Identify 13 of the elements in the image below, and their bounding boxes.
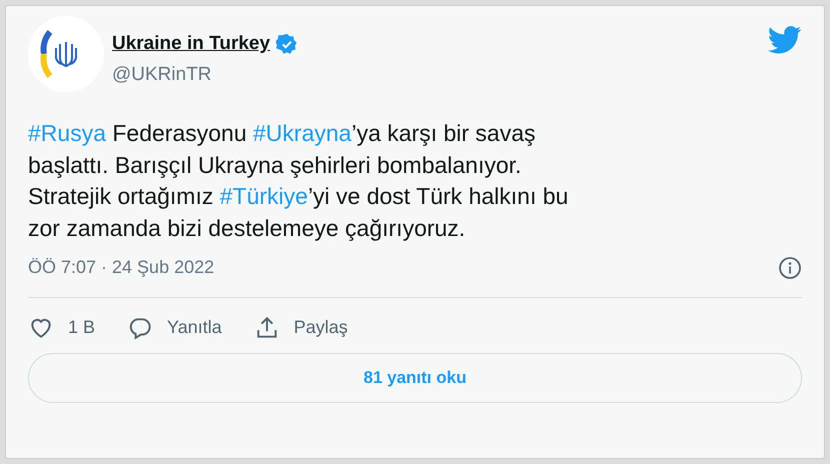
author-handle: @UKRinTR	[112, 62, 213, 86]
hashtag-link[interactable]: #Ukrayna	[253, 120, 352, 146]
tweet-text: #Rusya Federasyonu #Ukrayna’ya karşı bir savaş başlattı. Barışçıl Ukrayna şehirleri bombalanıyor. Stratejik ortağımız #Türkiye’yi ve dost Türk halkını bu zor zamanda bizi destelemeye çağırıyoruz.	[28, 119, 570, 243]
action-label[interactable]: Paylaş	[294, 314, 348, 341]
hashtag-link[interactable]: #Türkiye	[220, 183, 308, 209]
timestamp[interactable]: ÖÖ 7:07 · 24 Şub 2022	[28, 254, 214, 281]
action-label[interactable]: Yanıtla	[167, 314, 222, 341]
read-replies-button[interactable]: 81 yanıtı oku	[28, 353, 802, 403]
bird-logo-icon[interactable]	[768, 26, 802, 54]
action-label[interactable]: 1 B	[68, 314, 96, 341]
info-icon[interactable]	[778, 256, 802, 280]
hashtag-link[interactable]: #Rusya	[28, 120, 106, 146]
author-name[interactable]: Ukraine in Turkey	[112, 30, 270, 58]
